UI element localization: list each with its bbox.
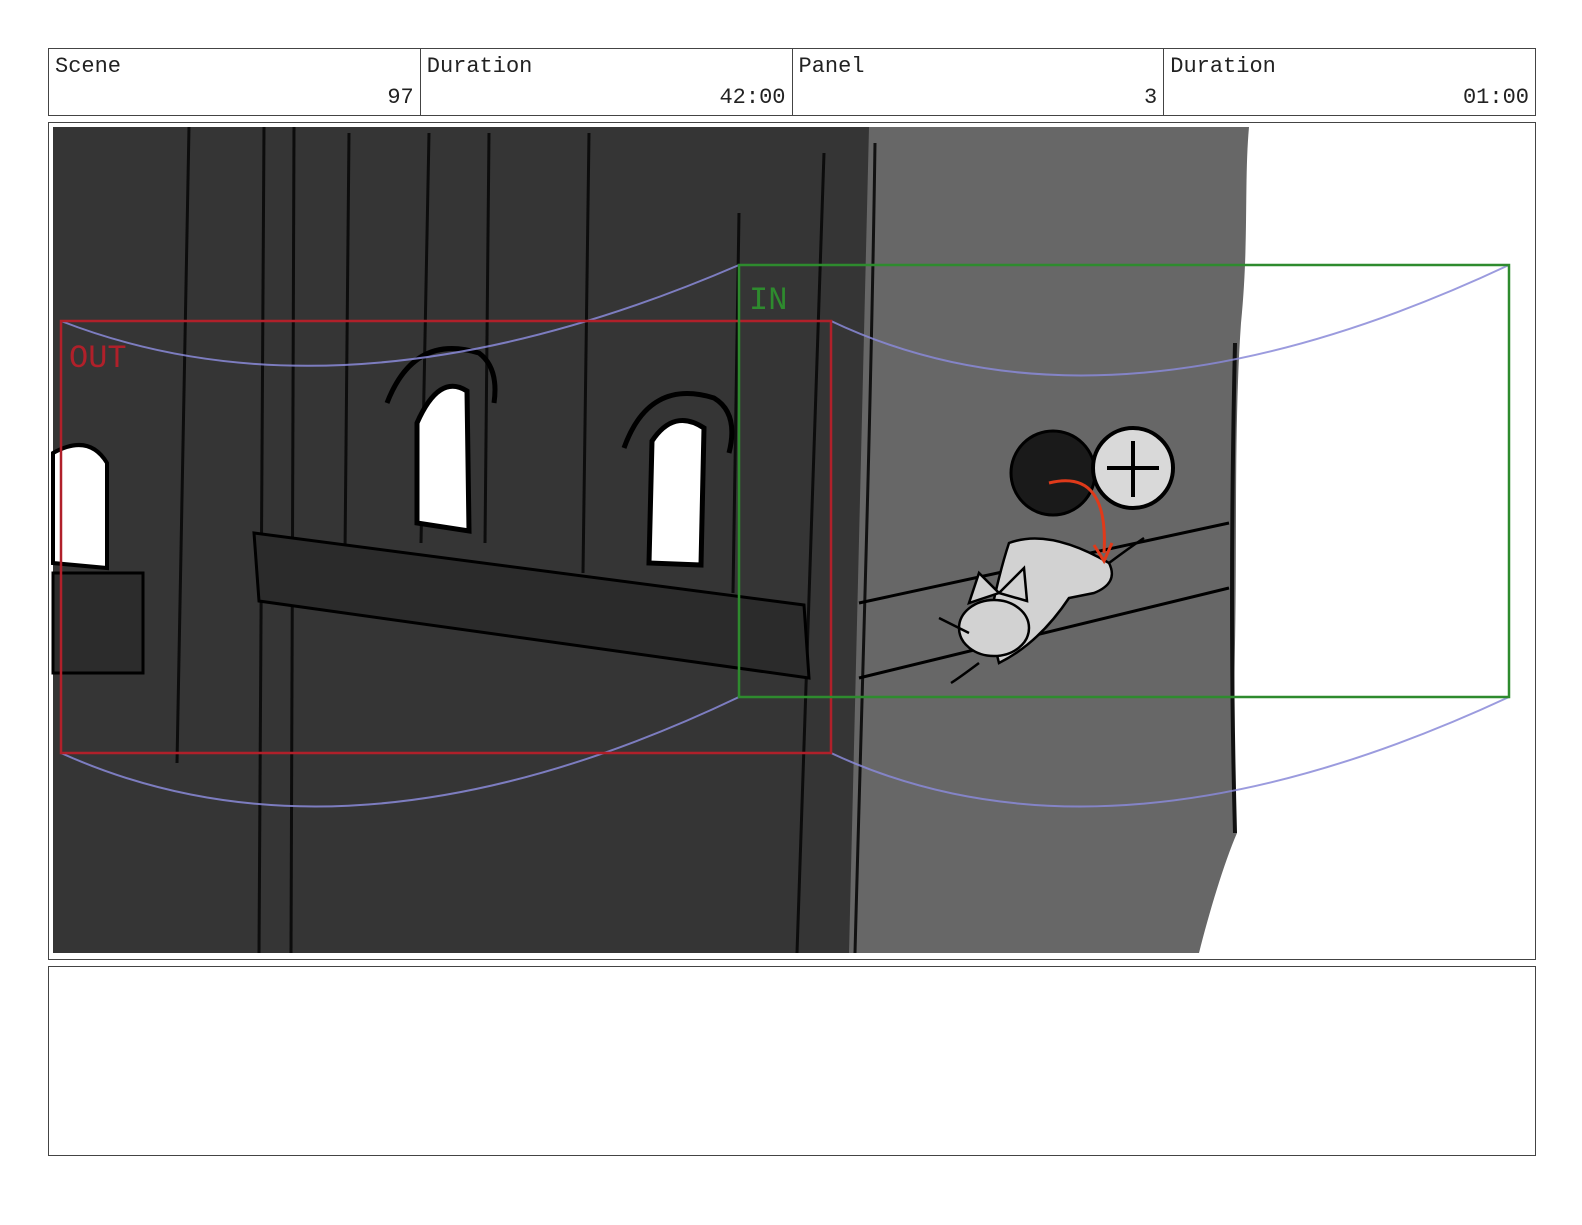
scene-duration-cell: Duration 42:00 (421, 49, 793, 115)
panel-duration-cell: Duration 01:00 (1164, 49, 1535, 115)
dark-building (53, 127, 873, 953)
scene-number: 97 (387, 85, 414, 110)
panel-info-header: Scene 97 Duration 42:00 Panel 3 Duration… (48, 48, 1536, 116)
scene-duration-value: 42:00 (719, 85, 786, 110)
window-right (646, 418, 707, 568)
panel-cell: Panel 3 (793, 49, 1165, 115)
storyboard-panel: OUT IN (48, 122, 1536, 960)
panel-artwork: OUT IN (49, 123, 1535, 959)
camera-frame-out-label: OUT (69, 340, 127, 377)
scene-duration-label: Duration (426, 54, 533, 79)
open-hatch (1009, 429, 1097, 517)
window-left (414, 383, 472, 534)
camera-frame-in-label: IN (749, 282, 787, 319)
panel-notes-box (48, 966, 1536, 1156)
scene-label: Scene (55, 54, 122, 79)
scene-cell: Scene 97 (49, 49, 421, 115)
panel-number: 3 (1144, 85, 1158, 110)
panel-duration-value: 01:00 (1462, 85, 1529, 110)
panel-duration-label: Duration (1170, 54, 1276, 79)
panel-label: Panel (798, 54, 865, 79)
